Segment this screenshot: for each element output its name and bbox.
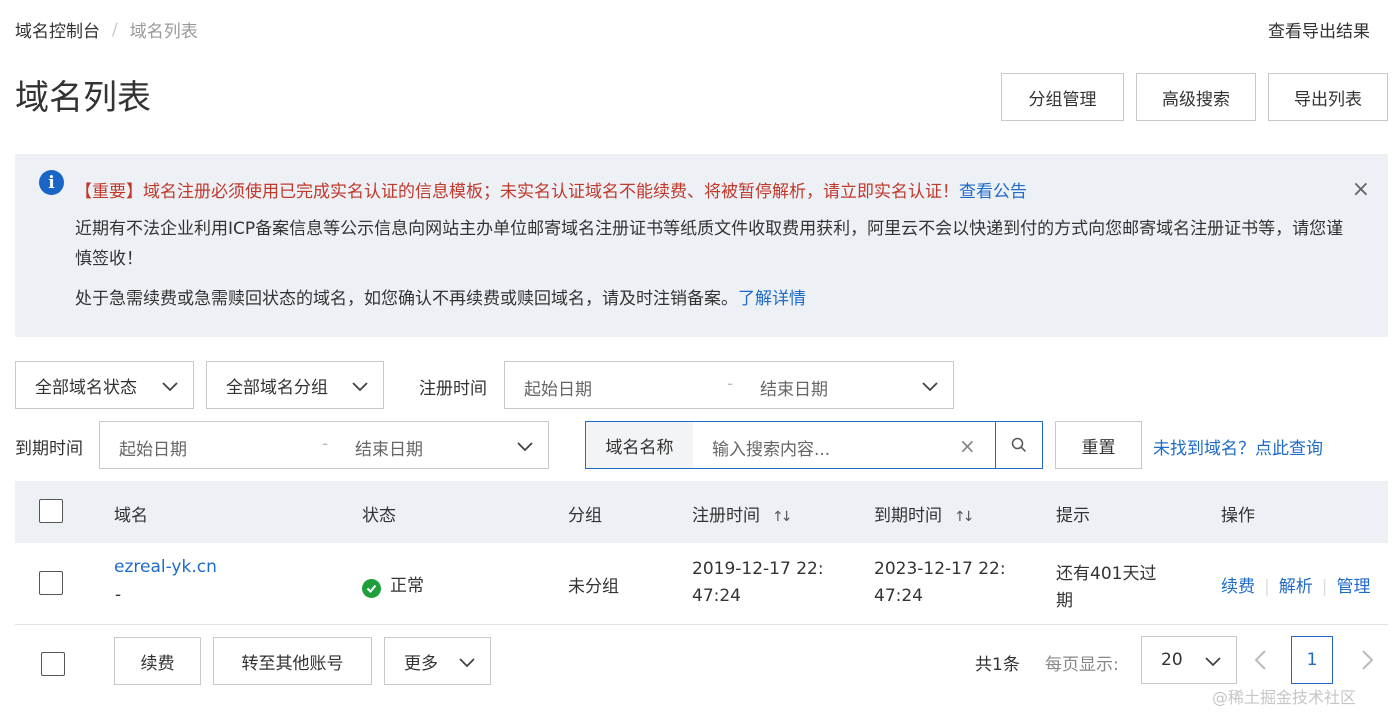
transfer-account-button[interactable]: 转至其他账号 (213, 637, 372, 685)
next-page-icon[interactable] (1357, 648, 1377, 672)
status-cell: 正常 (362, 571, 424, 598)
reg-start-date[interactable]: 起始日期 (524, 375, 592, 400)
domain-group-select[interactable]: 全部域名分组 (206, 361, 384, 409)
chevron-down-icon (1205, 657, 1221, 667)
not-found-query-link[interactable]: 未找到域名？点此查询 (1153, 434, 1323, 459)
exp-time-label: 到期时间 (15, 439, 83, 459)
hint-cell-line1: 还有401天过 (1056, 564, 1157, 584)
clear-icon[interactable]: × (959, 434, 976, 458)
learn-more-link[interactable]: 了解详情 (738, 289, 806, 309)
chevron-down-icon (352, 382, 368, 392)
breadcrumb: 域名控制台 / 域名列表 (15, 17, 198, 43)
domain-group-value: 全部域名分组 (226, 377, 328, 398)
per-page-value: 20 (1161, 650, 1183, 670)
search-button[interactable] (995, 422, 1042, 468)
reset-button[interactable]: 重置 (1055, 421, 1142, 469)
col-actions: 操作 (1221, 506, 1255, 526)
per-page-label: 每页显示: (1045, 655, 1119, 675)
group-manage-button[interactable]: 分组管理 (1001, 73, 1124, 121)
watermark: @稀土掘金技术社区 (1212, 688, 1357, 707)
range-dash: - (727, 374, 734, 394)
view-export-result-link[interactable]: 查看导出结果 (1268, 17, 1370, 42)
domain-search-box: 域名名称 输入搜索内容... × (585, 421, 1043, 469)
bulk-renew-button[interactable]: 续费 (114, 637, 201, 685)
chevron-down-icon (922, 382, 938, 392)
search-field-prefix[interactable]: 域名名称 (586, 422, 693, 468)
domain-status-value: 全部域名状态 (35, 377, 137, 398)
status-text: 正常 (390, 576, 424, 596)
row-checkbox[interactable] (39, 571, 63, 595)
col-hint: 提示 (1056, 506, 1090, 526)
col-domain: 域名 (114, 506, 148, 526)
notice-important-text: 【重要】域名注册必须使用已完成实名认证的信息模板；未实名认证域名不能续费、将被暂… (75, 182, 959, 202)
chevron-down-icon (459, 658, 475, 668)
col-exp-time[interactable]: 到期时间 ↑↓ (874, 501, 975, 526)
exp-time-cell-line1: 2023-12-17 22: (874, 559, 1006, 579)
page-title: 域名列表 (15, 78, 151, 118)
domain-link[interactable]: ezreal-yk.cn (114, 557, 217, 577)
domain-status-select[interactable]: 全部域名状态 (15, 361, 194, 409)
domain-sub: - (115, 585, 122, 605)
sort-icon[interactable]: ↑↓ (954, 509, 975, 525)
chevron-down-icon (517, 442, 533, 452)
breadcrumb-separator: / (112, 19, 118, 40)
col-reg-time-label: 注册时间 (692, 506, 760, 526)
notice-redeem-text: 处于急需续费或急需赎回状态的域名，如您确认不再续费或赎回域名，请及时注销备案。 (75, 289, 738, 309)
advanced-search-button[interactable]: 高级搜索 (1136, 73, 1256, 121)
col-group: 分组 (568, 506, 602, 526)
search-icon (1011, 437, 1027, 453)
reg-date-range-picker[interactable]: 起始日期 - 结束日期 (504, 361, 954, 409)
per-page-select[interactable]: 20 (1141, 636, 1237, 684)
more-actions-label: 更多 (404, 653, 438, 674)
exp-time-cell-line2: 47:24 (874, 586, 923, 606)
exp-end-date[interactable]: 结束日期 (355, 435, 423, 460)
export-list-button[interactable]: 导出列表 (1268, 73, 1388, 121)
col-status: 状态 (362, 506, 396, 526)
sort-icon[interactable]: ↑↓ (772, 509, 793, 525)
exp-start-date[interactable]: 起始日期 (119, 435, 187, 460)
select-all-checkbox[interactable] (39, 499, 63, 523)
footer-select-all-checkbox[interactable] (41, 652, 65, 676)
manage-action-link[interactable]: 管理 (1336, 577, 1370, 597)
view-announcement-link[interactable]: 查看公告 (959, 182, 1027, 202)
more-actions-select[interactable]: 更多 (384, 637, 491, 685)
action-separator: | (1264, 577, 1270, 597)
col-reg-time[interactable]: 注册时间 ↑↓ (692, 501, 793, 526)
group-cell: 未分组 (568, 577, 619, 597)
range-dash: - (322, 434, 329, 454)
col-exp-time-label: 到期时间 (874, 506, 942, 526)
reg-time-label: 注册时间 (419, 379, 487, 399)
action-separator: | (1321, 577, 1328, 597)
breadcrumb-root[interactable]: 域名控制台 (15, 17, 100, 42)
hint-cell-line2: 期 (1056, 591, 1073, 611)
info-icon: i (39, 170, 64, 195)
actions-cell: 续费 | 解析 | 管理 (1221, 572, 1370, 597)
reg-time-cell-line2: 47:24 (692, 586, 741, 606)
prev-page-icon[interactable] (1251, 648, 1271, 672)
notice-fraud-warning: 近期有不法企业利用ICP备案信息等公示信息向网站主办单位邮寄域名注册证书等纸质文… (75, 219, 1344, 269)
check-circle-icon (362, 579, 381, 598)
search-input[interactable]: 输入搜索内容... (712, 435, 830, 460)
notice-redeem-line: 处于急需续费或急需赎回状态的域名，如您确认不再续费或赎回域名，请及时注销备案。了… (75, 284, 806, 309)
total-count: 共1条 (975, 655, 1020, 675)
reg-time-cell-line1: 2019-12-17 22: (692, 559, 824, 579)
resolve-action-link[interactable]: 解析 (1279, 577, 1313, 597)
notice-important-line: 【重要】域名注册必须使用已完成实名认证的信息模板；未实名认证域名不能续费、将被暂… (75, 177, 1027, 202)
exp-date-range-picker[interactable]: 起始日期 - 结束日期 (99, 421, 549, 469)
table-row: ezreal-yk.cn - 正常 未分组 2019-12-17 22: 47:… (15, 543, 1388, 625)
notice-panel: i 【重要】域名注册必须使用已完成实名认证的信息模板；未实名认证域名不能续费、将… (15, 154, 1388, 337)
page-number-current[interactable]: 1 (1291, 636, 1333, 684)
chevron-down-icon (162, 382, 178, 392)
reg-end-date[interactable]: 结束日期 (760, 375, 828, 400)
renew-action-link[interactable]: 续费 (1221, 577, 1255, 597)
close-icon[interactable]: × (1352, 179, 1370, 201)
table-header: 域名 状态 分组 注册时间 ↑↓ 到期时间 ↑↓ 提示 操作 (15, 481, 1388, 543)
breadcrumb-current: 域名列表 (129, 22, 198, 42)
